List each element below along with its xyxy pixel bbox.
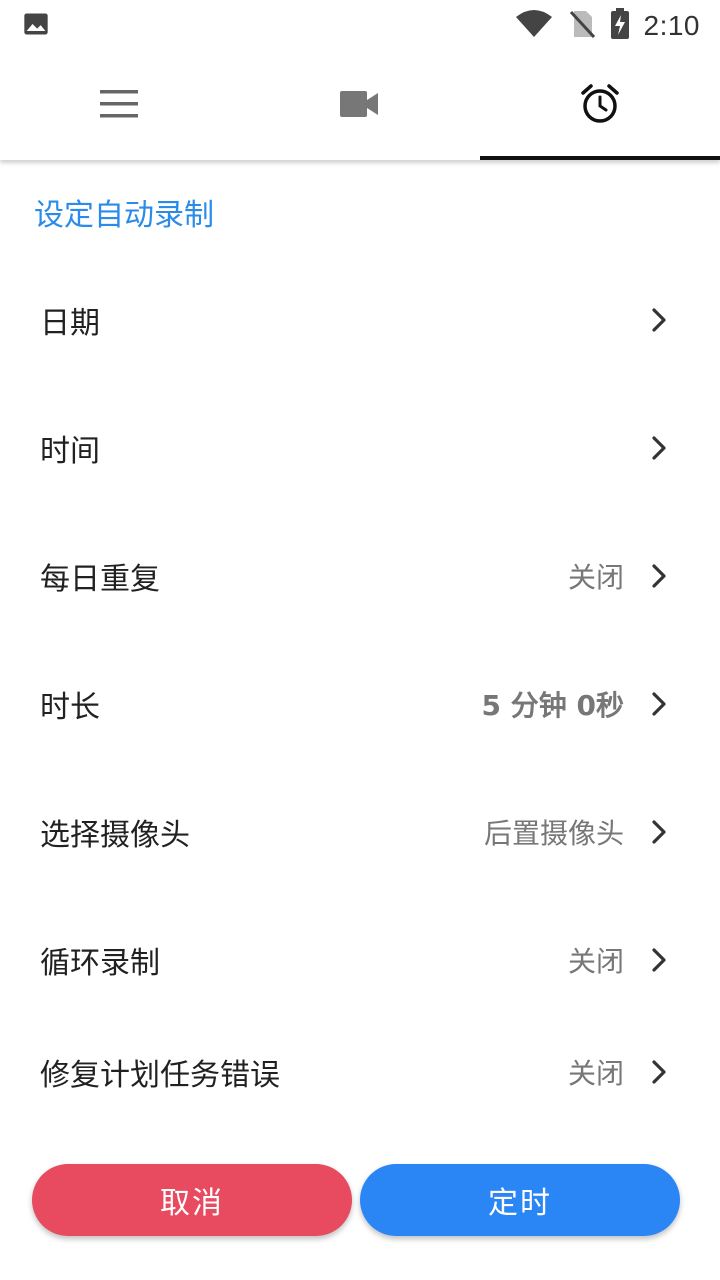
status-icons: 2:10 <box>514 8 701 44</box>
menu-icon <box>100 90 140 122</box>
tab-timer[interactable] <box>480 52 720 160</box>
status-time: 2:10 <box>643 10 700 41</box>
tab-video[interactable] <box>240 52 480 160</box>
chevron-right-icon <box>652 436 666 460</box>
no-sim-icon <box>568 9 596 43</box>
cancel-button[interactable]: 取消 <box>32 1164 352 1236</box>
setting-row-fix-schedule-errors[interactable]: 修复计划任务错误 关闭 <box>0 1032 720 1112</box>
setting-row-duration[interactable]: 时长 5 分钟 0秒 <box>0 664 720 744</box>
setting-label: 时长 <box>40 690 100 725</box>
tab-bar <box>0 52 720 160</box>
battery-charging-icon <box>610 8 630 44</box>
setting-label: 修复计划任务错误 <box>40 1058 280 1093</box>
setting-row-loop-recording[interactable]: 循环录制 关闭 <box>0 920 720 1000</box>
chevron-right-icon <box>652 692 666 716</box>
chevron-right-icon <box>652 564 666 588</box>
schedule-button[interactable]: 定时 <box>360 1164 680 1236</box>
setting-value: 后置摄像头 <box>483 817 624 850</box>
setting-row-date[interactable]: 日期 <box>0 280 720 360</box>
status-bar: 2:10 <box>0 0 720 52</box>
chevron-right-icon <box>652 948 666 972</box>
setting-value: 5 分钟 0秒 <box>481 689 624 722</box>
setting-value: 关闭 <box>567 945 624 978</box>
setting-row-daily-repeat[interactable]: 每日重复 关闭 <box>0 536 720 616</box>
setting-value: 关闭 <box>567 561 624 594</box>
wifi-icon <box>514 9 554 43</box>
setting-value: 关闭 <box>567 1057 624 1090</box>
setting-label: 时间 <box>40 434 100 469</box>
section-title: 设定自动录制 <box>34 198 214 233</box>
setting-label: 日期 <box>40 306 100 341</box>
setting-label: 每日重复 <box>40 562 160 597</box>
video-camera-icon <box>340 91 380 121</box>
setting-label: 选择摄像头 <box>40 818 190 853</box>
chevron-right-icon <box>652 308 666 332</box>
alarm-clock-icon <box>579 83 621 129</box>
chevron-right-icon <box>652 1060 666 1084</box>
image-icon <box>22 10 50 42</box>
chevron-right-icon <box>652 820 666 844</box>
setting-row-camera[interactable]: 选择摄像头 后置摄像头 <box>0 792 720 872</box>
setting-label: 循环录制 <box>40 946 160 981</box>
setting-row-time[interactable]: 时间 <box>0 408 720 488</box>
tab-menu[interactable] <box>0 52 240 160</box>
